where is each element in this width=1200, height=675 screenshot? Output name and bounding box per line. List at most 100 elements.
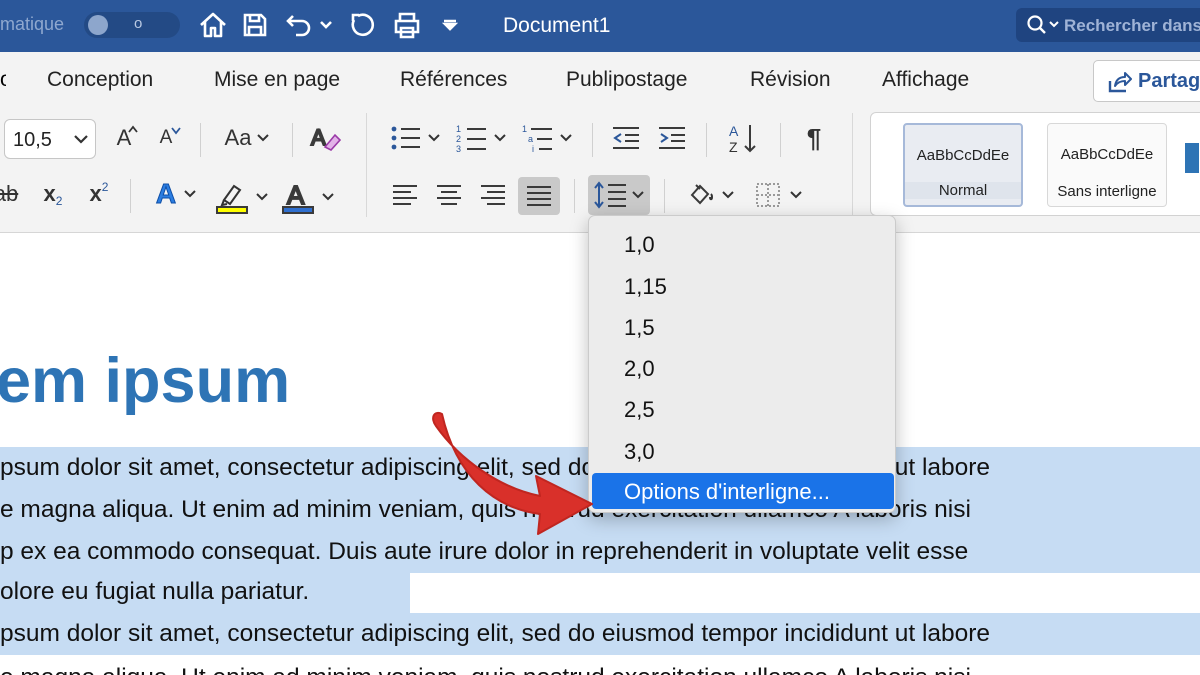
decrease-indent-icon — [613, 127, 639, 149]
autosave-toggle[interactable]: o — [84, 12, 180, 38]
shading-button[interactable] — [680, 177, 740, 213]
grow-font-button[interactable]: A — [108, 121, 140, 155]
line-spacing-option-1-15[interactable]: 1,15 — [589, 268, 895, 304]
autosave-label: matique — [0, 14, 65, 34]
svg-text:1: 1 — [522, 124, 527, 134]
line-spacing-menu: 1,0 1,15 1,5 2,0 2,5 3,0 Options d'inter… — [588, 215, 896, 513]
style-sans-interligne[interactable]: AaBbCcDdEe Sans interligne — [1047, 123, 1167, 207]
styles-gallery: AaBbCcDdEe Normal AaBbCcDdEe Sans interl… — [870, 112, 1200, 216]
share-button[interactable]: Partag — [1093, 60, 1200, 102]
multilevel-list-icon: 1 a i — [522, 124, 552, 153]
align-left-icon — [393, 185, 417, 205]
bullet-list-icon — [391, 126, 420, 150]
customize-toolbar-button[interactable] — [436, 8, 464, 42]
chevron-down-icon — [790, 191, 802, 199]
subscript-button[interactable]: x2 — [38, 177, 68, 211]
highlighter-icon — [216, 184, 248, 214]
search-placeholder: Rechercher dans — [1064, 16, 1200, 35]
style-normal[interactable]: AaBbCcDdEe Normal — [903, 123, 1023, 207]
decrease-indent-button[interactable] — [606, 121, 646, 155]
undo-button[interactable] — [282, 8, 316, 42]
share-label: Partag — [1138, 70, 1200, 92]
align-left-button[interactable] — [386, 177, 424, 213]
search-box[interactable]: Rechercher dans — [1016, 8, 1200, 42]
align-right-icon — [481, 185, 505, 205]
font-color-icon: A — [282, 180, 314, 214]
line-spacing-options-item[interactable]: Options d'interligne... — [592, 473, 894, 509]
style-name: Normal — [905, 182, 1021, 199]
svg-text:a: a — [528, 134, 533, 144]
chevron-down-icon — [184, 190, 196, 198]
chevron-down-icon — [322, 193, 334, 201]
tab-conception[interactable]: Conception — [47, 68, 153, 92]
font-size-select[interactable]: 10,5 — [4, 119, 96, 159]
chevron-down-icon — [722, 191, 734, 199]
style-preview: AaBbCcDdEe — [1060, 146, 1154, 163]
line-spacing-option-3-0[interactable]: 3,0 — [589, 433, 895, 469]
svg-text:Z: Z — [729, 139, 738, 155]
undo-dropdown[interactable] — [314, 8, 338, 42]
separator — [130, 179, 131, 213]
align-center-icon — [437, 185, 461, 205]
tab-revision[interactable]: Révision — [750, 68, 831, 92]
separator — [706, 123, 707, 157]
superscript-button[interactable]: x2 — [84, 177, 114, 211]
chevron-down-icon — [256, 193, 268, 201]
font-color-button[interactable]: A — [280, 177, 336, 217]
print-icon — [394, 12, 420, 39]
numbered-list-icon: 1 2 3 — [456, 124, 486, 153]
line-spacing-option-1-0[interactable]: 1,0 — [589, 226, 895, 262]
bullets-button[interactable] — [386, 121, 444, 155]
line-spacing-option-2-5[interactable]: 2,5 — [589, 391, 895, 427]
line-spacing-button[interactable] — [588, 175, 650, 215]
home-button[interactable] — [196, 8, 230, 42]
svg-text:i: i — [532, 144, 534, 153]
tab-publipostage[interactable]: Publipostage — [566, 68, 687, 92]
font-size-value: 10,5 — [13, 129, 52, 151]
numbering-button[interactable]: 1 2 3 — [452, 121, 510, 155]
strikethrough-button[interactable]: ab — [0, 177, 22, 211]
text-effects-button[interactable]: A — [146, 177, 206, 211]
svg-text:A: A — [287, 180, 305, 210]
ribbon-tabs: o Conception Mise en page Références Pub… — [0, 52, 1200, 107]
red-arrow-icon — [432, 412, 593, 535]
align-right-button[interactable] — [474, 177, 512, 213]
style-name: Sans interligne — [1057, 183, 1157, 200]
tab-mise-en-page[interactable]: Mise en page — [214, 68, 340, 92]
change-case-button[interactable]: Aa — [218, 121, 276, 155]
shrink-font-button[interactable]: A — [150, 121, 182, 155]
separator — [664, 179, 665, 213]
svg-text:A: A — [311, 125, 326, 150]
chevron-down-icon — [632, 191, 644, 199]
borders-button[interactable] — [748, 177, 808, 213]
show-formatting-button[interactable]: ¶ — [796, 121, 832, 155]
justify-icon — [527, 186, 551, 206]
print-button[interactable] — [390, 8, 424, 42]
multilevel-list-button[interactable]: 1 a i — [518, 121, 576, 155]
redo-button[interactable] — [346, 8, 380, 42]
justify-button[interactable] — [518, 177, 560, 215]
clear-formatting-icon: A — [310, 124, 341, 151]
clear-formatting-button[interactable]: A — [306, 121, 344, 155]
home-icon — [200, 12, 226, 38]
strikethrough-icon: ab — [0, 181, 19, 206]
line-spacing-option-2-0[interactable]: 2,0 — [589, 350, 895, 386]
style-heading-preview-fragment[interactable] — [1185, 143, 1199, 173]
text-effects-icon: A — [155, 178, 177, 210]
svg-text:A: A — [729, 123, 739, 139]
document-line: psum dolor sit amet, consectetur adipisc… — [0, 613, 1200, 655]
chevron-down-icon — [560, 134, 572, 142]
highlight-color-button[interactable] — [214, 177, 270, 217]
line-spacing-option-1-5[interactable]: 1,5 — [589, 309, 895, 345]
tab-references[interactable]: Références — [400, 68, 507, 92]
tab-affichage[interactable]: Affichage — [882, 68, 969, 92]
increase-indent-button[interactable] — [652, 121, 692, 155]
chevron-down-icon — [428, 134, 440, 142]
save-button[interactable] — [238, 8, 272, 42]
align-center-button[interactable] — [430, 177, 468, 213]
separator — [780, 123, 781, 157]
chevron-down-icon — [320, 21, 332, 29]
sort-button[interactable]: A Z — [720, 119, 764, 157]
chevron-down-icon — [257, 134, 270, 142]
separator — [292, 123, 293, 157]
